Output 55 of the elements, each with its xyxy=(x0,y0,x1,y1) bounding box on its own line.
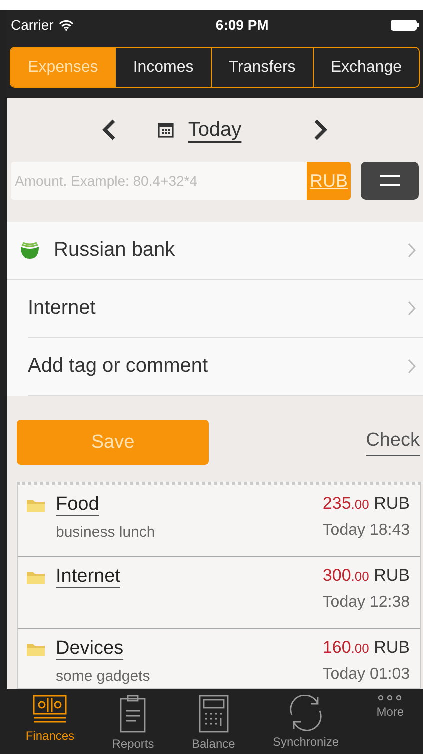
form-row-label: Internet xyxy=(28,297,97,320)
banknotes-icon xyxy=(33,695,68,725)
category-name: Devices xyxy=(56,638,124,660)
battery-icon xyxy=(390,20,419,30)
form-row[interactable]: Russian bank xyxy=(7,222,423,280)
segment-tab[interactable]: Exchange xyxy=(312,48,419,87)
form-row-label: Add tag or comment xyxy=(28,355,210,378)
transaction-day: Today xyxy=(322,594,366,611)
transaction-amount: 300.00 xyxy=(322,566,370,585)
equals-button[interactable] xyxy=(361,162,419,200)
transaction-amount: 235.00 xyxy=(322,494,370,513)
chevron-right-icon xyxy=(408,301,417,316)
folder-icon xyxy=(26,570,46,584)
form-row[interactable]: Internet xyxy=(28,280,423,338)
transaction-time: 18:43 xyxy=(370,522,410,539)
tab-bar-item[interactable]: Reports xyxy=(112,695,154,751)
folder-icon xyxy=(26,642,46,656)
transaction-amount: 160.00 xyxy=(322,638,370,657)
carrier-name: Carrier xyxy=(11,17,54,33)
transaction-comment: business lunch xyxy=(56,524,156,541)
segment-tab[interactable]: Transfers xyxy=(210,48,313,87)
bank-logo-icon xyxy=(20,242,40,260)
category-name: Internet xyxy=(56,566,120,588)
equals-icon xyxy=(380,175,400,187)
calendar-icon xyxy=(158,122,174,138)
tab-bar-item[interactable]: Finances xyxy=(26,695,75,751)
check-link[interactable]: Check xyxy=(366,430,420,456)
tab-bar-item[interactable]: More xyxy=(376,695,404,751)
tab-bar-item[interactable]: Synchronize xyxy=(273,695,340,751)
transaction-time: 12:38 xyxy=(370,594,410,611)
chevron-right-icon xyxy=(408,359,417,374)
category-name: Food xyxy=(56,494,100,516)
tab-bar-item[interactable]: Balance xyxy=(192,695,236,751)
form-row[interactable]: Add tag or comment xyxy=(28,338,423,396)
transaction-time: 01:03 xyxy=(370,666,410,683)
form-row-label: Russian bank xyxy=(54,239,176,262)
chevron-right-icon[interactable] xyxy=(314,119,328,141)
clipboard-icon xyxy=(120,695,146,733)
chevron-left-icon[interactable] xyxy=(102,119,116,141)
transaction-row[interactable]: Internet 300.00 RUB Today 12:38 xyxy=(18,557,420,629)
currency-label: RUB xyxy=(374,566,410,585)
transaction-day: Today xyxy=(322,666,366,683)
more-icon xyxy=(378,695,402,701)
currency-label: RUB xyxy=(374,494,410,513)
transaction-comment: some gadgets xyxy=(56,668,150,685)
wifi-icon xyxy=(58,20,74,30)
folder-icon xyxy=(26,498,46,512)
transaction-day: Today xyxy=(322,522,366,539)
currency-label: RUB xyxy=(374,638,410,657)
date-link[interactable]: Today xyxy=(188,118,242,142)
calculator-icon xyxy=(198,695,229,733)
chevron-right-icon xyxy=(408,243,417,258)
status-time: 6:09 PM xyxy=(216,17,269,33)
segment-tab[interactable]: Incomes xyxy=(115,48,211,87)
transaction-row[interactable]: Food business lunch 235.00 RUB Today 18:43 xyxy=(18,485,420,557)
